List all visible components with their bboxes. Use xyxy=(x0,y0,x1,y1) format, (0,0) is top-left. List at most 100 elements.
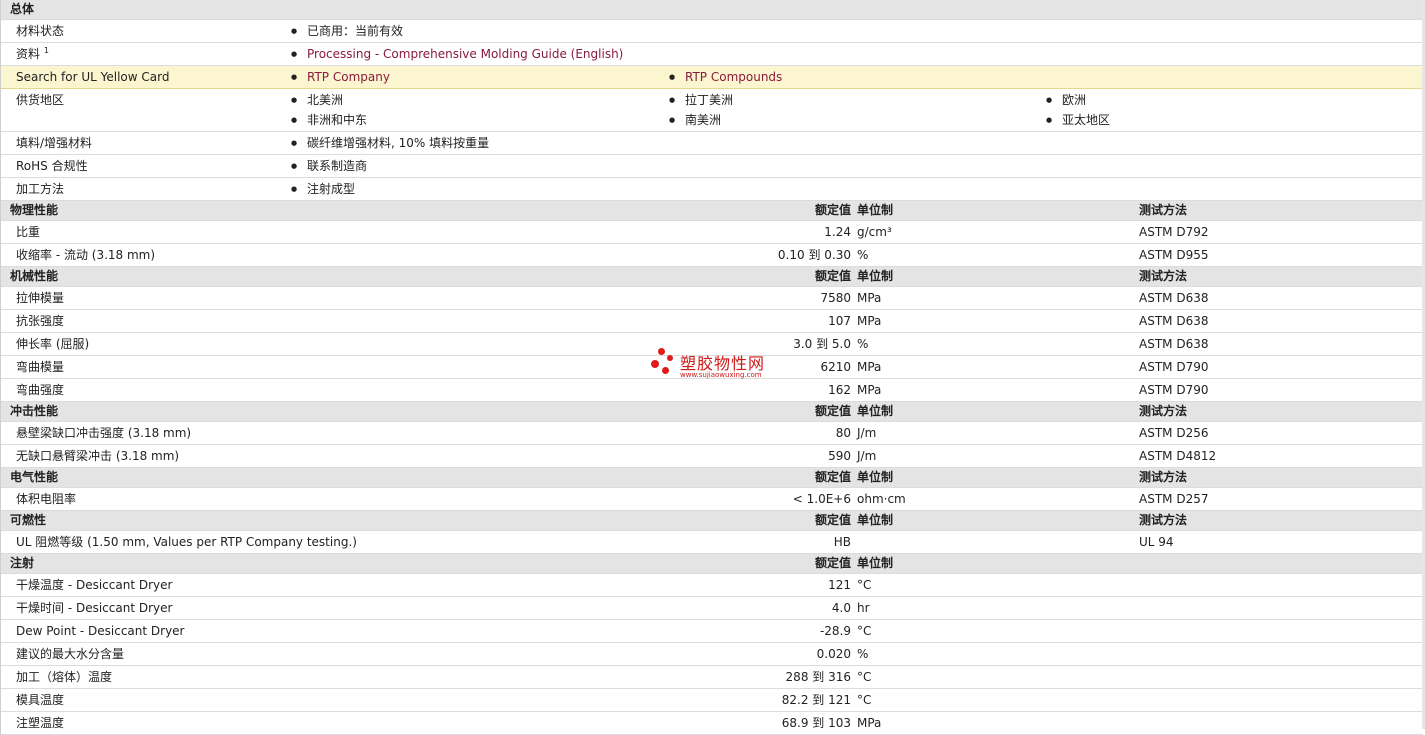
section-header: 注射 额定值 单位制 xyxy=(1,554,1423,574)
bullet-item: 注射成型 xyxy=(291,179,355,199)
bullet-item: 已商用：当前有效 xyxy=(291,21,403,41)
section-header-general: 总体 xyxy=(1,0,1423,20)
bullet-item: 碳纤维增强材料, 10% 填料按重量 xyxy=(291,133,489,153)
value-column-header: 额定值 xyxy=(814,470,851,484)
row-label-text: 填料/增强材料 xyxy=(16,136,93,150)
link-item[interactable]: RTP Compounds xyxy=(669,67,782,87)
row-label: Search for UL Yellow Card xyxy=(16,67,169,87)
property-value: 121 xyxy=(828,578,851,592)
row-label-text: RoHS 合规性 xyxy=(16,159,88,173)
property-unit: MPa xyxy=(857,716,882,730)
watermark-dot xyxy=(667,355,673,361)
section-title: 总体 xyxy=(10,2,35,16)
unit-column-header: 单位制 xyxy=(857,404,894,418)
property-label: Dew Point - Desiccant Dryer xyxy=(16,624,185,638)
test-column-header: 测试方法 xyxy=(1139,404,1188,418)
property-unit: % xyxy=(857,647,869,661)
general-row: 加工方法 注射成型 xyxy=(1,178,1423,201)
property-label: 注塑温度 xyxy=(16,716,65,730)
property-unit: g/cm³ xyxy=(857,225,892,239)
property-label: 拉伸模量 xyxy=(16,291,65,305)
property-label: 比重 xyxy=(16,225,41,239)
unit-column-header: 单位制 xyxy=(857,203,894,217)
property-label: 建议的最大水分含量 xyxy=(16,647,125,661)
property-row: 无缺口悬臂梁冲击 (3.18 mm) 590 J/m ASTM D4812 xyxy=(1,445,1423,468)
property-value: 0.10 到 0.30 xyxy=(777,248,851,262)
property-label: 干燥时间 - Desiccant Dryer xyxy=(16,601,173,615)
footnote-marker: 1 xyxy=(43,46,49,55)
row-label: 加工方法 xyxy=(16,179,64,199)
general-row: 资料 1 Processing - Comprehensive Molding G… xyxy=(1,43,1423,66)
property-unit: % xyxy=(857,337,869,351)
row-label: 供货地区 xyxy=(16,90,64,110)
value-column-header: 额定值 xyxy=(814,513,851,527)
property-value: HB xyxy=(833,535,851,549)
property-row: 加工（熔体）温度 288 到 316 °C xyxy=(1,666,1423,689)
property-value: 82.2 到 121 xyxy=(781,693,851,707)
test-column-header: 测试方法 xyxy=(1139,513,1188,527)
property-label: 无缺口悬臂梁冲击 (3.18 mm) xyxy=(16,449,180,463)
property-value: 4.0 xyxy=(831,601,851,615)
property-row: 干燥时间 - Desiccant Dryer 4.0 hr xyxy=(1,597,1423,620)
section-title: 电气性能 xyxy=(10,470,59,484)
bullet-item: 拉丁美洲 xyxy=(669,90,733,110)
property-label: 伸长率 (屈服) xyxy=(16,337,90,351)
property-unit: J/m xyxy=(857,449,877,463)
link-item[interactable]: RTP Company xyxy=(291,67,390,87)
property-unit: ohm·cm xyxy=(857,492,906,506)
row-label: RoHS 合规性 xyxy=(16,156,88,176)
property-value: 288 到 316 xyxy=(785,670,851,684)
bullet-item: 欧洲 xyxy=(1046,90,1086,110)
test-method: ASTM D792 xyxy=(1139,225,1209,239)
test-method: ASTM D790 xyxy=(1139,383,1209,397)
property-label: UL 阻燃等级 (1.50 mm, Values per RTP Company… xyxy=(16,535,357,549)
property-label: 加工（熔体）温度 xyxy=(16,670,113,684)
test-method: ASTM D955 xyxy=(1139,248,1209,262)
unit-column-header: 单位制 xyxy=(857,556,894,570)
property-unit: % xyxy=(857,248,869,262)
row-label-text: 供货地区 xyxy=(16,93,65,107)
property-value: 80 xyxy=(835,426,851,440)
property-unit: J/m xyxy=(857,426,877,440)
property-unit: MPa xyxy=(857,291,882,305)
bullet-item: 亚太地区 xyxy=(1046,110,1110,130)
property-unit: °C xyxy=(857,578,872,592)
property-row: 体积电阻率 < 1.0E+6 ohm·cm ASTM D257 xyxy=(1,488,1423,511)
watermark-dot xyxy=(658,348,665,355)
test-column-header: 测试方法 xyxy=(1139,203,1188,217)
bullet-item: 联系制造商 xyxy=(291,156,367,176)
general-row: 材料状态 已商用：当前有效 xyxy=(1,20,1423,43)
property-value: 590 xyxy=(828,449,851,463)
property-row: UL 阻燃等级 (1.50 mm, Values per RTP Company… xyxy=(1,531,1423,554)
property-row: 收缩率 - 流动 (3.18 mm) 0.10 到 0.30% ASTM D955 xyxy=(1,244,1423,267)
property-value: 1.24 xyxy=(824,225,851,239)
test-method: ASTM D257 xyxy=(1139,492,1209,506)
section-header: 机械性能 额定值 单位制 测试方法 xyxy=(1,267,1423,287)
property-value: 6210 xyxy=(820,360,851,374)
test-method: ASTM D638 xyxy=(1139,337,1209,351)
property-label: 抗张强度 xyxy=(16,314,65,328)
property-value: 0.020 xyxy=(816,647,851,661)
unit-column-header: 单位制 xyxy=(857,269,894,283)
property-unit: hr xyxy=(857,601,870,615)
property-row: 弯曲强度 162 MPa ASTM D790 xyxy=(1,379,1423,402)
property-row: 抗张强度 107 MPa ASTM D638 xyxy=(1,310,1423,333)
test-method: ASTM D638 xyxy=(1139,314,1209,328)
general-row: 填料/增强材料 碳纤维增强材料, 10% 填料按重量 xyxy=(1,132,1423,155)
row-label-text: Search for UL Yellow Card xyxy=(16,70,170,84)
general-row: RoHS 合规性 联系制造商 xyxy=(1,155,1423,178)
link-item[interactable]: Processing - Comprehensive Molding Guide… xyxy=(291,44,623,64)
property-unit: °C xyxy=(857,670,872,684)
section-header: 冲击性能 额定值 单位制 测试方法 xyxy=(1,402,1423,422)
test-method: UL 94 xyxy=(1139,535,1174,549)
section-header: 电气性能 额定值 单位制 测试方法 xyxy=(1,468,1423,488)
property-value: 162 xyxy=(828,383,851,397)
property-label: 悬壁梁缺口冲击强度 (3.18 mm) xyxy=(16,426,192,440)
property-label: 模具温度 xyxy=(16,693,65,707)
test-column-header: 测试方法 xyxy=(1139,269,1188,283)
property-value: 68.9 到 103 xyxy=(781,716,851,730)
test-method: ASTM D638 xyxy=(1139,291,1209,305)
bullet-item: 南美洲 xyxy=(669,110,721,130)
property-row: 干燥温度 - Desiccant Dryer 121 °C xyxy=(1,574,1423,597)
property-unit: MPa xyxy=(857,314,882,328)
